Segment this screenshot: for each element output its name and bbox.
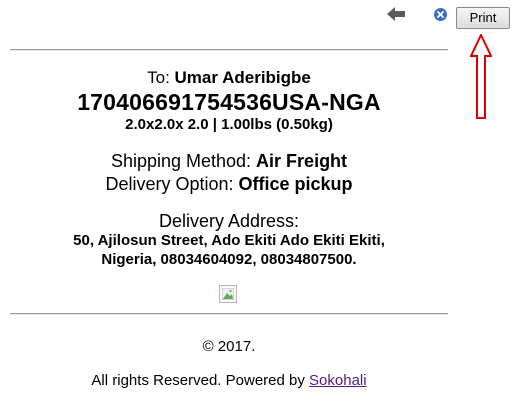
rights-text: All rights Reserved. Powered by bbox=[91, 372, 310, 389]
delivery-address: 50, Ajilosun Street, Ado Ekiti Ado Ekiti… bbox=[0, 231, 458, 269]
shipping-method-label: Shipping Method: bbox=[110, 151, 257, 171]
footer-rights: All rights Reserved. Powered by Sokohali bbox=[0, 372, 458, 390]
delivery-option-value: Office pickup bbox=[238, 174, 353, 194]
shipping-method-value: Air Freight bbox=[256, 151, 348, 171]
sokohali-link[interactable]: Sokohali bbox=[309, 372, 367, 389]
to-prefix: To: bbox=[147, 68, 175, 87]
delivery-address-title: Delivery Address: bbox=[158, 211, 300, 231]
delivery-option-label: Delivery Option: bbox=[105, 174, 239, 194]
close-circle-icon[interactable] bbox=[434, 8, 447, 21]
delivery-address-line-2: Nigeria, 08034604092, 08034807500. bbox=[101, 251, 357, 268]
copyright-text: © 2017. bbox=[202, 338, 256, 355]
recipient-line: To: Umar Aderibigbe bbox=[0, 68, 458, 88]
back-arrow-icon[interactable] bbox=[387, 6, 405, 22]
up-arrow-annotation-icon bbox=[470, 34, 492, 119]
recipient-name: Umar Aderibigbe bbox=[174, 68, 311, 87]
tracking-number: 170406691754536USA-NGA bbox=[77, 89, 381, 115]
broken-image-icon bbox=[219, 285, 237, 303]
shipping-method: Shipping Method: Air Freight bbox=[0, 150, 458, 172]
print-button[interactable]: Print bbox=[456, 7, 510, 29]
delivery-option: Delivery Option: Office pickup bbox=[0, 173, 458, 195]
top-divider bbox=[10, 49, 448, 51]
toolbar: Print bbox=[0, 0, 525, 40]
dimensions-weight: 2.0x2.0x 2.0 | 1.00lbs (0.50kg) bbox=[125, 116, 333, 133]
bottom-divider bbox=[10, 313, 448, 315]
delivery-address-line-1: 50, Ajilosun Street, Ado Ekiti Ado Ekiti… bbox=[73, 232, 385, 249]
